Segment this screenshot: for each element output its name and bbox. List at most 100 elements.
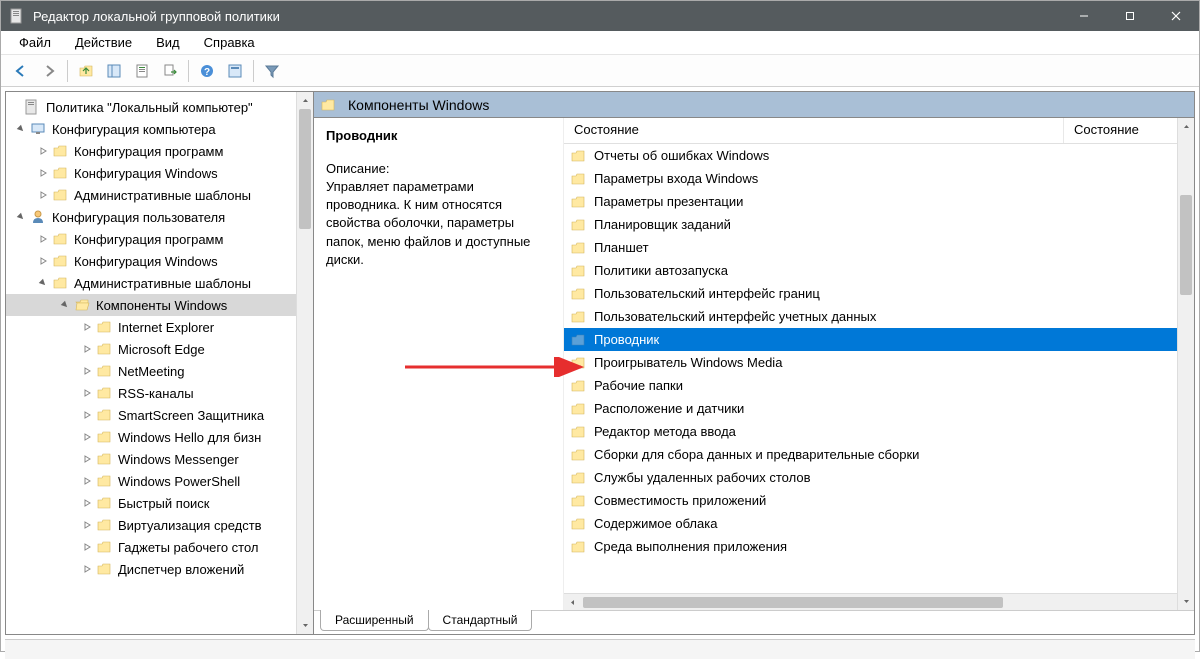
tree-root[interactable]: Политика "Локальный компьютер" <box>6 96 313 118</box>
help-button[interactable]: ? <box>195 59 219 83</box>
list-item[interactable]: Службы удаленных рабочих столов <box>564 466 1194 489</box>
tree-item[interactable]: RSS-каналы <box>6 382 313 404</box>
tree-item[interactable]: Конфигурация Windows <box>6 250 313 272</box>
scroll-up-icon[interactable] <box>297 92 313 109</box>
tree-item[interactable]: NetMeeting <box>6 360 313 382</box>
tree-item[interactable]: Конфигурация программ <box>6 228 313 250</box>
scroll-thumb[interactable] <box>1180 195 1192 295</box>
twisty-closed-icon[interactable] <box>80 408 94 422</box>
scroll-up-icon[interactable] <box>1178 118 1194 135</box>
list-hscrollbar[interactable] <box>564 593 1194 610</box>
twisty-closed-icon[interactable] <box>80 320 94 334</box>
twisty-closed-icon[interactable] <box>80 342 94 356</box>
twisty-closed-icon[interactable] <box>36 144 50 158</box>
list-item[interactable]: Рабочие папки <box>564 374 1194 397</box>
twisty-open-icon[interactable] <box>14 210 28 224</box>
twisty-closed-icon[interactable] <box>80 496 94 510</box>
twisty-closed-icon[interactable] <box>36 254 50 268</box>
options-button[interactable] <box>223 59 247 83</box>
tree-item[interactable]: Диспетчер вложений <box>6 558 313 580</box>
twisty-closed-icon[interactable] <box>80 430 94 444</box>
list-item[interactable]: Пользовательский интерфейс границ <box>564 282 1194 305</box>
tree-item[interactable]: Windows Messenger <box>6 448 313 470</box>
tree-user-config[interactable]: Конфигурация пользователя <box>6 206 313 228</box>
list-item[interactable]: Параметры презентации <box>564 190 1194 213</box>
forward-button[interactable] <box>37 59 61 83</box>
twisty-closed-icon[interactable] <box>80 386 94 400</box>
tree[interactable]: Политика "Локальный компьютер" Конфигура… <box>6 92 313 634</box>
scroll-thumb[interactable] <box>299 109 311 229</box>
scroll-left-icon[interactable] <box>564 594 581 611</box>
twisty-open-icon[interactable] <box>14 122 28 136</box>
twisty-closed-icon[interactable] <box>80 518 94 532</box>
twisty-closed-icon[interactable] <box>80 474 94 488</box>
list-item[interactable]: Параметры входа Windows <box>564 167 1194 190</box>
tree-item[interactable]: Административные шаблоны <box>6 272 313 294</box>
twisty-closed-icon[interactable] <box>36 166 50 180</box>
list-item[interactable]: Среда выполнения приложения <box>564 535 1194 558</box>
back-button[interactable] <box>9 59 33 83</box>
list-item[interactable]: Редактор метода ввода <box>564 420 1194 443</box>
tree-scrollbar[interactable] <box>296 92 313 634</box>
tree-label: RSS-каналы <box>118 386 194 401</box>
tree-item[interactable]: SmartScreen Защитника <box>6 404 313 426</box>
maximize-button[interactable] <box>1107 1 1153 31</box>
tree-item[interactable]: Microsoft Edge <box>6 338 313 360</box>
column-state-2[interactable]: Состояние <box>1064 118 1194 143</box>
list-item[interactable]: Расположение и датчики <box>564 397 1194 420</box>
properties-button[interactable] <box>130 59 154 83</box>
tree-item[interactable]: Быстрый поиск <box>6 492 313 514</box>
scroll-down-icon[interactable] <box>297 617 313 634</box>
scroll-down-icon[interactable] <box>1178 593 1194 610</box>
up-button[interactable] <box>74 59 98 83</box>
folder-icon <box>570 240 586 256</box>
tree-item[interactable]: Windows PowerShell <box>6 470 313 492</box>
filter-button[interactable] <box>260 59 284 83</box>
list-item[interactable]: Планировщик заданий <box>564 213 1194 236</box>
scroll-thumb[interactable] <box>583 597 1003 608</box>
list-item[interactable]: Содержимое облака <box>564 512 1194 535</box>
tree-item[interactable]: Гаджеты рабочего стол <box>6 536 313 558</box>
twisty-icon[interactable] <box>8 100 22 114</box>
close-button[interactable] <box>1153 1 1199 31</box>
list-item[interactable]: Совместимость приложений <box>564 489 1194 512</box>
twisty-open-icon[interactable] <box>36 276 50 290</box>
tab-extended[interactable]: Расширенный <box>320 610 429 631</box>
tree-item[interactable]: Internet Explorer <box>6 316 313 338</box>
list-item[interactable]: Политики автозапуска <box>564 259 1194 282</box>
twisty-closed-icon[interactable] <box>80 562 94 576</box>
tree-item[interactable]: Административные шаблоны <box>6 184 313 206</box>
twisty-closed-icon[interactable] <box>80 364 94 378</box>
twisty-closed-icon[interactable] <box>80 540 94 554</box>
twisty-closed-icon[interactable] <box>80 452 94 466</box>
tab-standard[interactable]: Стандартный <box>428 610 533 631</box>
export-button[interactable] <box>158 59 182 83</box>
menu-help[interactable]: Справка <box>194 33 265 52</box>
twisty-closed-icon[interactable] <box>36 188 50 202</box>
minimize-button[interactable] <box>1061 1 1107 31</box>
tree-item[interactable]: Виртуализация средств <box>6 514 313 536</box>
list-item[interactable]: Отчеты об ошибках Windows <box>564 144 1194 167</box>
tree-computer-config[interactable]: Конфигурация компьютера <box>6 118 313 140</box>
tree-item[interactable]: Windows Hello для бизн <box>6 426 313 448</box>
folder-icon <box>96 363 112 379</box>
tree-label: Конфигурация Windows <box>74 254 218 269</box>
list-item[interactable]: Планшет <box>564 236 1194 259</box>
folder-icon <box>570 286 586 302</box>
list-scrollbar[interactable] <box>1177 118 1194 610</box>
list-item[interactable]: Пользовательский интерфейс учетных данны… <box>564 305 1194 328</box>
column-state-1[interactable]: Состояние <box>564 118 1064 143</box>
menu-file[interactable]: Файл <box>9 33 61 52</box>
list-item[interactable]: Сборки для сбора данных и предварительны… <box>564 443 1194 466</box>
menu-view[interactable]: Вид <box>146 33 190 52</box>
list-item[interactable]: Проигрыватель Windows Media <box>564 351 1194 374</box>
tree-windows-components[interactable]: Компоненты Windows <box>6 294 313 316</box>
show-hide-tree-button[interactable] <box>102 59 126 83</box>
menu-action[interactable]: Действие <box>65 33 142 52</box>
list-item[interactable]: Проводник <box>564 328 1194 351</box>
folder-icon <box>570 355 586 371</box>
twisty-open-icon[interactable] <box>58 298 72 312</box>
twisty-closed-icon[interactable] <box>36 232 50 246</box>
tree-item[interactable]: Конфигурация программ <box>6 140 313 162</box>
tree-item[interactable]: Конфигурация Windows <box>6 162 313 184</box>
